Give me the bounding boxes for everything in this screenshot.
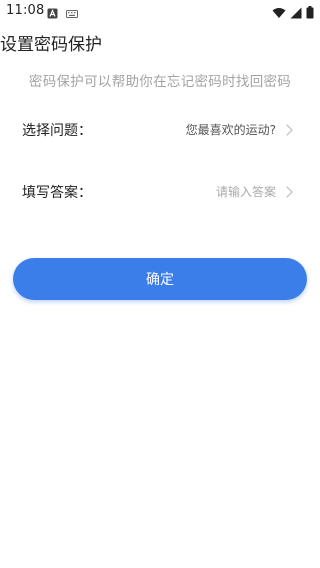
battery-icon (306, 4, 314, 23)
keyboard-icon (66, 4, 78, 23)
status-right-icons (272, 4, 314, 23)
confirm-button[interactable]: 确定 (13, 258, 307, 300)
signal-icon (290, 4, 302, 23)
question-row[interactable]: 选择问题： 您最喜欢的运动? (0, 114, 320, 144)
chevron-right-icon (282, 184, 296, 198)
page-title: 设置密码保护 (0, 35, 102, 55)
answer-placeholder: 请输入答案 (215, 185, 276, 199)
page-description: 密码保护可以帮助你在忘记密码时找回密码 (28, 74, 292, 90)
status-bar: 11:08 (0, 0, 320, 22)
question-value: 您最喜欢的运动? (185, 123, 276, 137)
question-label: 选择问题： (22, 123, 92, 139)
answer-row[interactable]: 填写答案： 请输入答案 (0, 176, 320, 206)
status-time: 11:08 (6, 3, 45, 18)
answer-label: 填写答案： (22, 185, 92, 201)
status-left-icons (47, 4, 78, 23)
wifi-icon (272, 4, 286, 23)
chevron-right-icon (282, 122, 296, 136)
notification-a-icon (47, 4, 58, 23)
